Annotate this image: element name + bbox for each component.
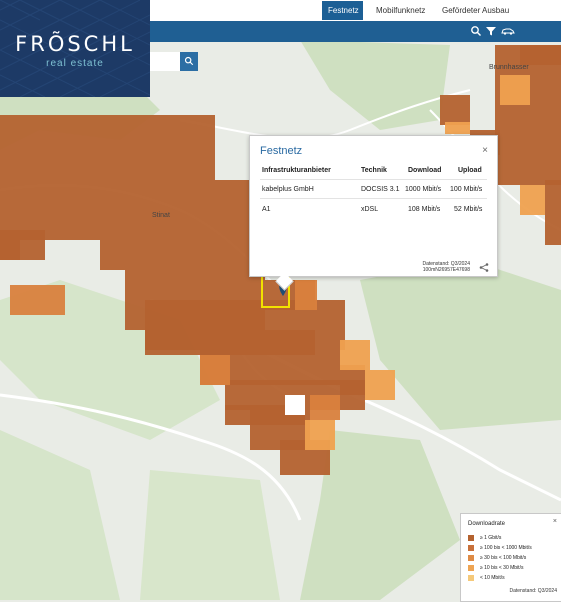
legend-swatch <box>468 535 474 541</box>
col-header-tech: Technik <box>361 167 387 174</box>
coverage-tile[interactable] <box>500 75 530 105</box>
search-input[interactable] <box>150 52 180 71</box>
search-icon[interactable] <box>470 25 482 37</box>
coverage-tile[interactable] <box>0 115 215 180</box>
coverage-tile[interactable] <box>440 95 470 125</box>
coverage-tile[interactable] <box>200 355 230 385</box>
row-provider: kabelplus GmbH <box>262 186 314 193</box>
place-label: Stinat <box>152 212 170 219</box>
info-popup: Festnetz × Infrastrukturanbieter Technik… <box>249 135 498 291</box>
legend-swatch <box>468 545 474 551</box>
divider <box>260 179 487 180</box>
coverage-tile[interactable] <box>0 180 250 200</box>
coverage-tile[interactable] <box>295 280 317 310</box>
col-header-provider: Infrastrukturanbieter <box>262 167 331 174</box>
coverage-tile[interactable] <box>305 420 335 450</box>
coverage-tile[interactable] <box>340 340 370 370</box>
logo-title: FRÕSCHL <box>15 32 135 56</box>
company-logo: FRÕSCHL real estate <box>0 0 150 97</box>
row-tech: DOCSIS 3.1 <box>361 186 400 193</box>
legend-label: < 10 Mbit/s <box>480 575 505 581</box>
row-upload: 52 Mbit/s <box>454 206 483 213</box>
row-download: 108 Mbit/s <box>408 206 441 213</box>
tab-gefoerderter-ausbau[interactable]: Gefördeter Ausbau <box>436 1 528 20</box>
legend-label: ≥ 100 bis < 1000 Mbit/s <box>480 545 532 551</box>
divider <box>260 198 487 199</box>
filter-icon[interactable] <box>485 25 497 37</box>
legend-title: Downloadrate <box>468 521 506 527</box>
row-tech: xDSL <box>361 206 379 213</box>
popup-datastand: Datenstand: Q3/2024 100mN26957E47698 <box>422 261 470 273</box>
coverage-tile[interactable] <box>100 240 250 270</box>
tab-festnetz[interactable]: Festnetz <box>322 1 363 20</box>
legend-datastand: Datenstand: Q3/2024 <box>509 588 557 594</box>
legend-swatch <box>468 575 474 581</box>
tab-mobilfunknetz[interactable]: Mobilfunknetz <box>370 1 431 20</box>
row-provider: A1 <box>262 206 271 213</box>
col-header-upload: Upload <box>458 167 482 174</box>
logo-subtitle: real estate <box>46 58 104 69</box>
row-download: 1000 Mbit/s <box>405 186 442 193</box>
coverage-tile[interactable] <box>445 122 470 134</box>
place-label: Brunnhasser <box>489 64 529 71</box>
search-icon <box>184 56 194 66</box>
legend-swatch <box>468 565 474 571</box>
popup-close-button[interactable]: × <box>482 145 488 156</box>
coverage-tile[interactable] <box>545 180 561 245</box>
vehicle-icon[interactable] <box>501 25 515 37</box>
legend-label: ≥ 10 bis < 30 Mbit/s <box>480 565 524 571</box>
legend-swatch <box>468 555 474 561</box>
col-header-download: Download <box>408 167 442 174</box>
coverage-tile[interactable] <box>365 370 395 400</box>
coverage-tile[interactable] <box>520 45 561 65</box>
coverage-tile[interactable] <box>20 200 250 240</box>
popup-cell-id: 100mN26957E47698 <box>422 267 470 273</box>
forest-area <box>140 470 280 600</box>
tool-bar <box>150 21 561 42</box>
legend-close-button[interactable]: × <box>553 518 557 525</box>
share-icon[interactable] <box>479 263 489 274</box>
coverage-tile[interactable] <box>0 230 45 260</box>
row-upload: 100 Mbit/s <box>450 186 483 193</box>
legend-label: ≥ 30 bis < 100 Mbit/s <box>480 555 527 561</box>
search-button[interactable] <box>180 52 198 71</box>
coverage-tile[interactable] <box>520 185 545 215</box>
legend-panel: Downloadrate × ≥ 1 Gbit/s ≥ 100 bis < 10… <box>460 513 561 602</box>
coverage-tile[interactable] <box>285 395 305 415</box>
legend-label: ≥ 1 Gbit/s <box>480 535 502 541</box>
popup-title: Festnetz <box>260 145 303 157</box>
coverage-tile[interactable] <box>310 395 340 420</box>
coverage-tile[interactable] <box>10 285 65 315</box>
